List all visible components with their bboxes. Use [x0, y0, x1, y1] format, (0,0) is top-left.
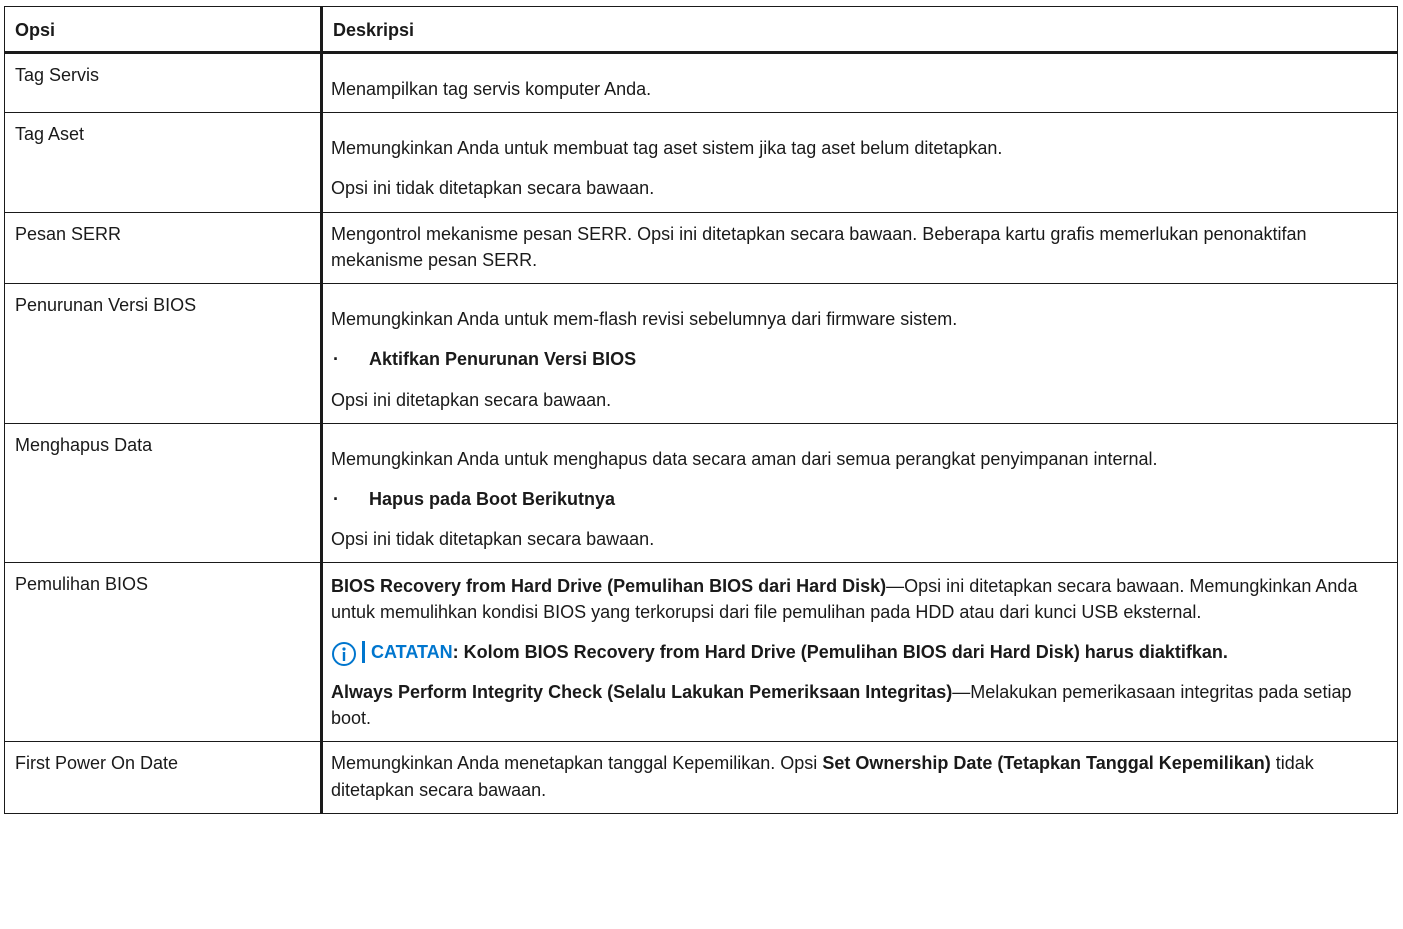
description-start: Memungkinkan Anda menetapkan tanggal Kep… — [331, 753, 823, 774]
description-text: Mengontrol mekanisme pesan SERR. Opsi in… — [331, 224, 1307, 271]
note-text: : Kolom BIOS Recovery from Hard Drive (P… — [452, 642, 1228, 663]
bullet-text: Hapus pada Boot Berikutnya — [369, 488, 616, 509]
bold-term: Always Perform Integrity Check (Selalu L… — [331, 682, 953, 703]
table-row: Menghapus Data Memungkinkan Anda untuk m… — [4, 422, 1398, 563]
table-row: Pesan SERR Mengontrol mekanisme pesan SE… — [4, 212, 1398, 285]
option-name: Penurunan Versi BIOS — [4, 283, 323, 424]
table-row: Tag Servis Menampilkan tag servis komput… — [4, 52, 1398, 114]
option-description: Memungkinkan Anda untuk menghapus data s… — [321, 422, 1398, 563]
description-text: Always Perform Integrity Check (Selalu L… — [331, 679, 1387, 731]
option-name: Pesan SERR — [4, 212, 323, 285]
option-name: First Power On Date — [4, 741, 323, 814]
bios-options-table: Opsi Deskripsi Tag Servis Menampilkan ta… — [4, 5, 1398, 814]
table-row: Penurunan Versi BIOS Memungkinkan Anda u… — [4, 283, 1398, 424]
description-text: Memungkinkan Anda menetapkan tanggal Kep… — [331, 750, 1387, 802]
option-description: Memungkinkan Anda untuk membuat tag aset… — [321, 112, 1398, 214]
description-text: Opsi ini tidak ditetapkan secara bawaan. — [331, 178, 655, 199]
option-description: Memungkinkan Anda untuk mem-flash revisi… — [321, 283, 1398, 424]
note-label: CATATAN — [371, 642, 453, 663]
bold-term: Set Ownership Date (Tetapkan Tanggal Kep… — [822, 753, 1271, 774]
bullet-text: Aktifkan Penurunan Versi BIOS — [369, 349, 637, 370]
option-description: Mengontrol mekanisme pesan SERR. Opsi in… — [321, 212, 1398, 285]
option-name: Pemulihan BIOS — [4, 561, 323, 743]
description-text: Opsi ini tidak ditetapkan secara bawaan. — [331, 528, 655, 549]
description-text: Memungkinkan Anda untuk menghapus data s… — [331, 448, 1158, 469]
option-name: Tag Servis — [4, 52, 323, 114]
note-accent-bar — [362, 641, 365, 664]
option-description: Memungkinkan Anda menetapkan tanggal Kep… — [321, 741, 1398, 814]
description-text: Opsi ini ditetapkan secara bawaan. — [331, 389, 612, 410]
option-description: Menampilkan tag servis komputer Anda. — [321, 52, 1398, 114]
bold-term: BIOS Recovery from Hard Drive (Pemulihan… — [331, 575, 887, 596]
info-circle-icon — [332, 642, 356, 667]
description-text: Menampilkan tag servis komputer Anda. — [331, 79, 652, 100]
bullet-item: · Hapus pada Boot Berikutnya — [331, 486, 1387, 512]
table-row: Tag Aset Memungkinkan Anda untuk membuat… — [4, 112, 1398, 214]
column-header-description: Deskripsi — [321, 5, 1398, 55]
table-row: First Power On Date Memungkinkan Anda me… — [4, 741, 1398, 814]
description-text: BIOS Recovery from Hard Drive (Pemulihan… — [331, 573, 1387, 625]
bullet-glyph: · — [333, 488, 339, 509]
table-header-row: Opsi Deskripsi — [4, 5, 1398, 55]
note-callout: CATATAN: Kolom BIOS Recovery from Hard D… — [331, 639, 1387, 667]
bullet-glyph: · — [333, 349, 339, 370]
description-text: Memungkinkan Anda untuk membuat tag aset… — [331, 138, 1003, 159]
option-name: Menghapus Data — [4, 422, 323, 563]
table-row: Pemulihan BIOS BIOS Recovery from Hard D… — [4, 561, 1398, 743]
option-name: Tag Aset — [4, 112, 323, 214]
bullet-item: · Aktifkan Penurunan Versi BIOS — [331, 346, 1387, 372]
description-text: Memungkinkan Anda untuk mem-flash revisi… — [331, 309, 958, 330]
column-header-option: Opsi — [4, 5, 323, 55]
option-description: BIOS Recovery from Hard Drive (Pemulihan… — [321, 561, 1398, 743]
